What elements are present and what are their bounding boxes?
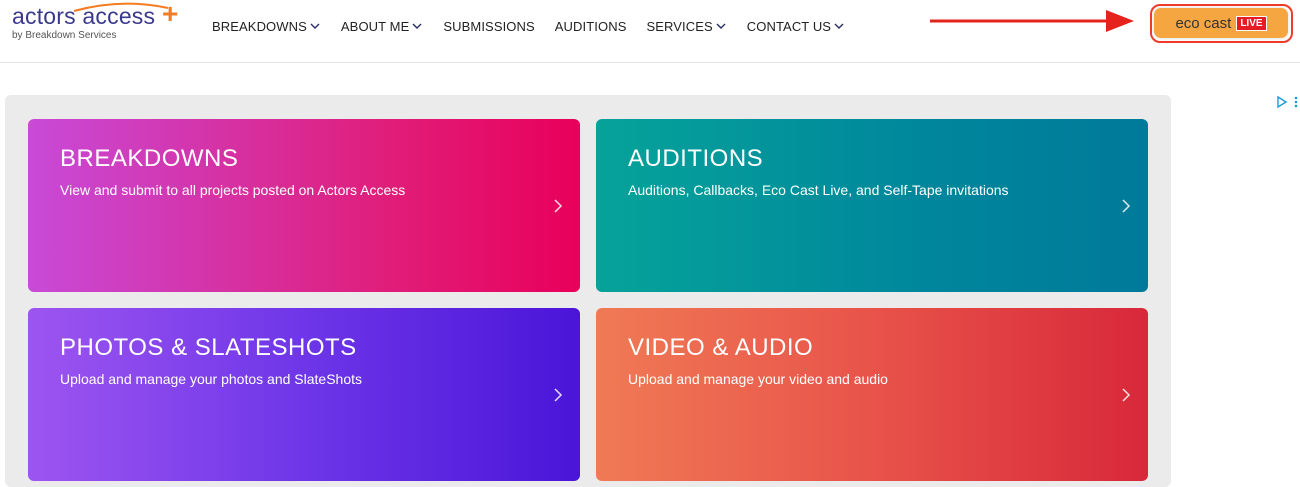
arrow-right-icon	[930, 10, 1134, 32]
card-description: Upload and manage your video and audio	[628, 371, 888, 387]
card-description: View and submit to all projects posted o…	[60, 182, 406, 198]
card-photos-slateshots[interactable]: PHOTOS & SLATESHOTS Upload and manage yo…	[28, 308, 580, 481]
nav-item-label: BREAKDOWNS	[212, 18, 307, 34]
logo-plus: +	[162, 0, 179, 29]
logo-subtitle: by Breakdown Services	[12, 30, 117, 41]
site-header: actors access + by Breakdown Services BR…	[0, 0, 1300, 63]
ad-choices-icon[interactable]	[1276, 96, 1288, 108]
chevron-down-icon	[310, 23, 320, 29]
nav-item-services[interactable]: SERVICES	[646, 19, 726, 34]
logo-wordmark: actors access	[12, 3, 156, 29]
more-vertical-icon[interactable]	[1292, 96, 1300, 108]
nav-item-label: SUBMISSIONS	[443, 18, 535, 34]
actors-access-logo[interactable]: actors access + by Breakdown Services	[12, 0, 187, 42]
card-title: BREAKDOWNS	[60, 145, 239, 172]
card-title: AUDITIONS	[628, 145, 764, 172]
nav-item-label: AUDITIONS	[554, 18, 627, 34]
nav-item-submissions[interactable]: SUBMISSIONS	[443, 19, 534, 34]
nav-item-breakdowns[interactable]: BREAKDOWNS	[212, 19, 321, 34]
nav-item-auditions[interactable]: AUDITIONS	[555, 19, 627, 34]
chevron-right-icon	[1122, 388, 1131, 402]
ad-controls	[1276, 96, 1300, 108]
card-title: PHOTOS & SLATESHOTS	[60, 334, 357, 361]
main-nav: BREAKDOWNS ABOUT ME SUBMISSIONS AUDITION…	[212, 18, 865, 34]
nav-item-about-me[interactable]: ABOUT ME	[341, 19, 423, 34]
card-auditions[interactable]: AUDITIONS Auditions, Callbacks, Eco Cast…	[596, 119, 1148, 292]
card-description: Upload and manage your photos and SlateS…	[60, 371, 362, 387]
chevron-right-icon	[554, 199, 563, 213]
nav-item-contact-us[interactable]: CONTACT US	[747, 19, 845, 34]
card-video-audio[interactable]: VIDEO & AUDIO Upload and manage your vid…	[596, 308, 1148, 481]
nav-item-label: CONTACT US	[746, 18, 832, 34]
card-breakdowns[interactable]: BREAKDOWNS View and submit to all projec…	[28, 119, 580, 292]
nav-item-label: ABOUT ME	[340, 18, 410, 34]
eco-cast-highlight: eco cast LIVE	[1150, 4, 1293, 43]
nav-item-label: SERVICES	[646, 18, 713, 34]
card-description: Auditions, Callbacks, Eco Cast Live, and…	[628, 182, 1009, 198]
chevron-right-icon	[554, 388, 563, 402]
card-title: VIDEO & AUDIO	[628, 334, 814, 361]
chevron-down-icon	[834, 23, 844, 29]
eco-cast-live-button[interactable]: eco cast LIVE	[1154, 8, 1288, 38]
live-badge: LIVE	[1236, 15, 1267, 31]
chevron-down-icon	[412, 23, 422, 29]
chevron-right-icon	[1122, 199, 1131, 213]
chevron-down-icon	[716, 23, 726, 29]
eco-cast-label: eco cast	[1175, 14, 1232, 32]
